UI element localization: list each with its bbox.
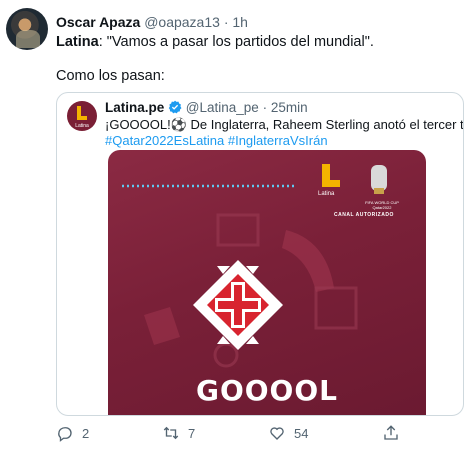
media-canal-label: CANAL AUTORIZADO	[334, 212, 394, 218]
quoted-avatar[interactable]: Latina	[67, 101, 97, 131]
reply-count: 2	[82, 425, 90, 441]
retweet-button[interactable]: 7	[162, 424, 195, 442]
media-headline: GOOOOL	[195, 374, 339, 407]
media-brand-label: Latina	[318, 191, 335, 197]
quoted-text-prefix: ¡GOOOOL!	[105, 117, 171, 132]
tweet-actions: 2 7 54	[56, 424, 456, 442]
avatar[interactable]	[6, 8, 48, 50]
quoted-time[interactable]: 25min	[271, 100, 308, 115]
quoted-header: Latina.pe @Latina_pe · 25min	[105, 100, 308, 117]
share-button[interactable]	[382, 424, 400, 442]
quoted-text: ¡GOOOOL!⚽ De Inglaterra, Raheem Sterling…	[105, 117, 463, 149]
tweet-text-line-2: Como los pasan:	[56, 68, 165, 84]
quoted-name[interactable]: Latina.pe	[105, 100, 164, 115]
quoted-media-image[interactable]: Latina CANAL AUTORIZADO FIFA WORLD CUP Q…	[108, 150, 426, 415]
quoted-handle[interactable]: @Latina_pe	[186, 100, 259, 115]
soccer-ball-icon: ⚽	[170, 117, 187, 132]
tweet-header: Oscar Apaza @oapaza13 · 1h	[56, 14, 248, 30]
retweet-count: 7	[188, 425, 196, 441]
share-icon	[384, 425, 398, 440]
quoted-separator: ·	[262, 100, 268, 115]
retweet-icon	[163, 426, 179, 440]
like-button[interactable]: 54	[268, 424, 308, 442]
separator-dot: ·	[223, 14, 229, 30]
tweet-text-line-1: Latina: "Vamos a pasar los partidos del …	[56, 34, 374, 50]
heart-icon	[270, 427, 284, 440]
latina-logo-icon	[77, 106, 87, 120]
author-name[interactable]: Oscar Apaza	[56, 14, 140, 30]
quoted-tweet[interactable]: Latina Latina.pe @Latina_pe · 25min ¡GOO…	[56, 92, 464, 416]
quoted-hashtags[interactable]: #Qatar2022EsLatina #InglaterraVsIrán	[105, 133, 328, 148]
tweet-text-bold: Latina	[56, 34, 99, 50]
verified-badge-icon	[168, 100, 182, 117]
quoted-text-body: De Inglaterra, Raheem Sterling anotó el …	[190, 117, 464, 132]
reply-button[interactable]: 2	[56, 424, 89, 442]
tweet-time[interactable]: 1h	[232, 14, 248, 30]
reply-icon	[58, 427, 72, 442]
tweet-text-rest: : "Vamos a pasar los partidos del mundia…	[98, 34, 374, 50]
tweet[interactable]: Oscar Apaza @oapaza13 · 1h Latina: "Vamo…	[0, 0, 474, 450]
like-count: 54	[294, 425, 309, 441]
quoted-avatar-label: Latina	[75, 123, 89, 129]
author-handle[interactable]: @oapaza13	[144, 14, 220, 30]
media-partner-label: FIFA WORLD CUP Qatar2022	[365, 200, 399, 210]
